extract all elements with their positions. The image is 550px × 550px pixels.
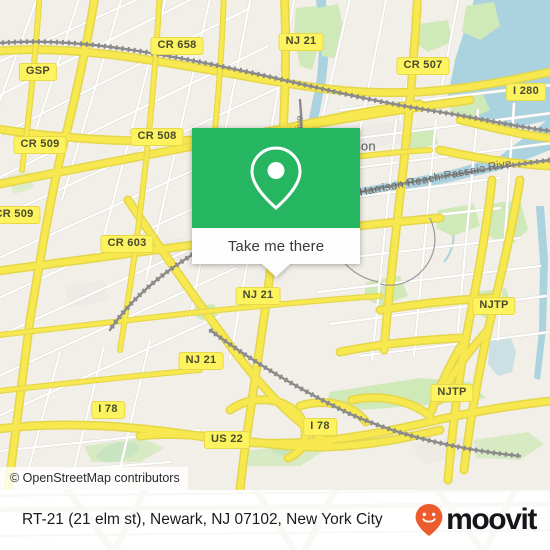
road-shield-gsp: GSP: [18, 63, 58, 81]
road-shield-nj-21: NJ 21: [235, 287, 281, 305]
moovit-smiley-pin-icon: [415, 504, 443, 536]
footer-bar: RT-21 (21 elm st), Newark, NJ 07102, New…: [0, 490, 550, 550]
moovit-wordmark: moovit: [446, 503, 537, 536]
road-shield-njtp: NJTP: [430, 384, 474, 402]
map-canvas[interactable]: .w { fill:#aad3df; } .pk { fill:#cfe9b9;…: [0, 0, 550, 490]
street-label: ive: [294, 115, 306, 129]
road-shield-cr-507: CR 507: [396, 57, 450, 75]
map-attribution[interactable]: © OpenStreetMap contributors: [0, 467, 188, 490]
road-shield-njtp: NJTP: [472, 297, 516, 315]
moovit-brand[interactable]: moovit: [414, 503, 537, 537]
popup-pin-area: [192, 128, 360, 228]
road-shield-cr-603: CR 603: [100, 235, 154, 253]
road-shield-cr-658: CR 658: [150, 37, 204, 55]
moovit-map-screenshot: .w { fill:#aad3df; } .pk { fill:#cfe9b9;…: [0, 0, 550, 550]
road-shield-cr-509: CR 509: [0, 206, 41, 224]
road-shield-nj-21: NJ 21: [278, 33, 324, 51]
road-shield-i-78: I 78: [91, 401, 125, 419]
road-shield-nj-21: NJ 21: [178, 352, 224, 370]
road-shield-i-78: I 78: [303, 418, 337, 436]
popup-action-area[interactable]: Take me there: [192, 228, 360, 277]
popup-pointer: [262, 264, 290, 277]
road-shield-i-280: I 280: [506, 83, 546, 101]
road-shield-cr-509: CR 509: [13, 136, 67, 154]
location-address-label: RT-21 (21 elm st), Newark, NJ 07102, New…: [22, 511, 383, 528]
destination-popup-card[interactable]: Take me there: [192, 128, 360, 277]
map-pin-icon: [250, 146, 302, 211]
take-me-there-label: Take me there: [227, 237, 325, 255]
road-shield-cr-508: CR 508: [130, 128, 184, 146]
road-shield-us-22: US 22: [203, 431, 251, 449]
